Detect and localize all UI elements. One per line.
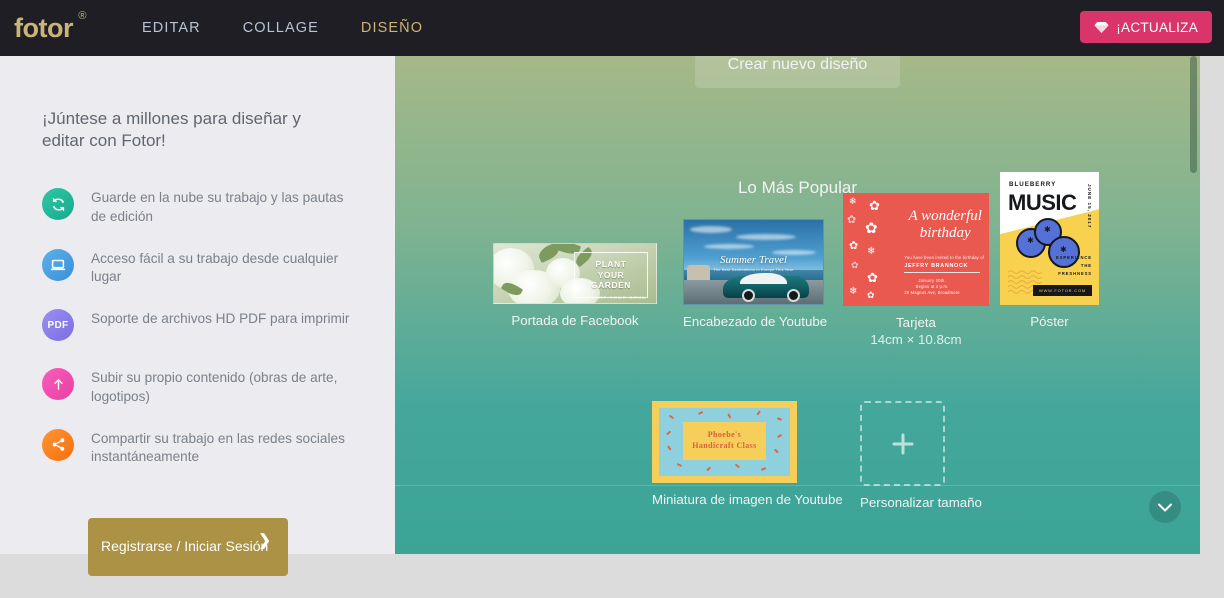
card-label-facebook-cover: Portada de Facebook bbox=[511, 313, 639, 328]
create-new-design-button[interactable]: Crear nuevo diseño bbox=[695, 56, 900, 88]
main-scrollbar-thumb[interactable] bbox=[1190, 56, 1197, 173]
card-label-custom-size: Personalizar tamaño bbox=[860, 495, 982, 510]
template-card-poster[interactable]: BLUEBERRY MUSIC JUNE 15, 2017 ✱ ✱ ✱ EXPE… bbox=[1000, 172, 1099, 330]
upgrade-label: ¡ACTUALIZA bbox=[1116, 19, 1198, 35]
poster-tag-line3: FRESHNESS bbox=[1058, 271, 1092, 277]
poster-url: WWW.FOTOR.COM bbox=[1033, 285, 1092, 296]
tarjeta-divider bbox=[904, 272, 981, 274]
fb-headline-line1: PLANT bbox=[595, 259, 627, 270]
card-label-youtube-header: Encabezado de Youtube bbox=[683, 314, 828, 329]
youtube-miniature-thumbnail: Phoebe's Handicraft Class bbox=[652, 401, 797, 483]
pdf-icon-label: PDF bbox=[47, 319, 69, 331]
tarjeta-invite-line: You have been invited to the birthday of bbox=[904, 255, 985, 261]
main-scrollbar-track[interactable] bbox=[1190, 56, 1197, 554]
card-label-poster: Póster bbox=[1030, 314, 1069, 329]
feature-item-pdf: PDF Soporte de archivos HD PDF para impr… bbox=[42, 308, 362, 346]
sidebar-headline: ¡Júntese a millones para diseñar y edita… bbox=[42, 109, 301, 151]
custom-size-placeholder[interactable] bbox=[860, 401, 945, 486]
chevron-down-icon bbox=[1158, 503, 1172, 511]
fb-headline-line3: GARDEN bbox=[591, 280, 631, 291]
logo-text: fotor bbox=[14, 12, 73, 43]
fotor-logo[interactable]: fotor ® bbox=[14, 10, 86, 43]
miniature-title-line2: Handicraft Class bbox=[692, 440, 757, 450]
feature-item-share: Compartir su trabajo en las redes social… bbox=[42, 428, 362, 468]
facebook-cover-headline-box: PLANT YOUR GARDEN bbox=[574, 252, 648, 298]
chevron-right-icon: ❯ bbox=[258, 532, 271, 549]
feature-item-cloud: Guarde en la nube su trabajo y las pauta… bbox=[42, 187, 362, 227]
left-sidebar: ¡Júntese a millones para diseñar y edita… bbox=[0, 56, 395, 576]
upload-arrow-icon bbox=[42, 368, 74, 400]
signup-login-label: Registrarse / Iniciar Sesión bbox=[101, 538, 269, 555]
fb-tagline: PLANT YOUR SOUL bbox=[587, 295, 646, 300]
tarjeta-detail-line3: 29 Magnus Ave, Broadmore bbox=[904, 290, 960, 296]
yt-header-subtitle: The Best Destinations in Europe This Yea… bbox=[713, 267, 794, 272]
feature-text-pdf: Soporte de archivos HD PDF para imprimir bbox=[91, 311, 350, 326]
upgrade-button[interactable]: ¡ACTUALIZA bbox=[1080, 11, 1212, 43]
yt-header-title: Summer Travel bbox=[720, 253, 787, 266]
tarjeta-name: JEFFRY BRANNOCK bbox=[904, 263, 969, 270]
poster-tag-line2: THE bbox=[1080, 263, 1092, 269]
poster-date: JUNE 15, 2017 bbox=[1087, 184, 1092, 229]
template-card-tarjeta[interactable]: ❄ ✿ ✿ ✿ ✿ ❄ ✿ ✿ ❄ ✿ A wonderful birthday… bbox=[843, 193, 989, 349]
template-card-youtube-thumbnail[interactable]: Phoebe's Handicraft Class Miniatura de i… bbox=[652, 401, 843, 508]
nav-item-editar[interactable]: EDITAR bbox=[121, 20, 222, 36]
card-label-tarjeta: Tarjeta bbox=[896, 315, 936, 330]
feature-text-share: Compartir su trabajo en las redes social… bbox=[91, 430, 345, 465]
section-divider bbox=[395, 485, 1200, 486]
cloud-sync-icon bbox=[42, 188, 74, 220]
feature-item-upload: Subir su propio contenido (obras de arte… bbox=[42, 367, 362, 407]
template-card-facebook-cover[interactable]: PLANT YOUR GARDEN PLANT YOUR SOUL Portad… bbox=[493, 243, 657, 329]
nav-item-collage[interactable]: COLLAGE bbox=[222, 20, 340, 36]
tarjeta-title-line2: birthday bbox=[919, 224, 971, 241]
nav-items: EDITAR COLLAGE DISEÑO bbox=[121, 20, 444, 36]
feature-text-upload: Subir su propio contenido (obras de arte… bbox=[91, 370, 338, 404]
miniature-title-line1: Phoebe's bbox=[707, 430, 742, 440]
registered-mark: ® bbox=[78, 9, 86, 22]
diamond-icon bbox=[1094, 21, 1109, 33]
card-label-youtube-thumbnail: Miniatura de imagen de Youtube bbox=[652, 492, 843, 507]
share-icon bbox=[42, 428, 74, 461]
scroll-down-button[interactable] bbox=[1149, 491, 1181, 523]
nav-item-diseno[interactable]: DISEÑO bbox=[340, 20, 444, 36]
poster-tag-line1: EXPERIENCE bbox=[1056, 255, 1092, 261]
tarjeta-thumbnail: ❄ ✿ ✿ ✿ ✿ ❄ ✿ ✿ ❄ ✿ A wonderful birthday… bbox=[843, 193, 989, 306]
facebook-cover-thumbnail: PLANT YOUR GARDEN PLANT YOUR SOUL bbox=[493, 243, 657, 304]
feature-text-cloud: Guarde en la nube su trabajo y las pauta… bbox=[91, 190, 344, 224]
youtube-header-thumbnail: Summer Travel The Best Destinations in E… bbox=[683, 219, 824, 305]
card-sub-tarjeta: 14cm × 10.8cm bbox=[870, 332, 962, 348]
feature-text-laptop: Acceso fácil a su trabajo desde cualquie… bbox=[91, 250, 339, 285]
poster-brand: BLUEBERRY bbox=[1009, 181, 1057, 188]
tarjeta-title-line1: A wonderful bbox=[908, 207, 982, 224]
pdf-icon: PDF bbox=[42, 309, 74, 341]
feature-item-laptop: Acceso fácil a su trabajo desde cualquie… bbox=[42, 248, 362, 288]
plus-icon bbox=[892, 433, 913, 454]
create-new-design-label: Crear nuevo diseño bbox=[727, 56, 868, 73]
fb-headline-line2: YOUR bbox=[597, 269, 625, 280]
poster-thumbnail: BLUEBERRY MUSIC JUNE 15, 2017 ✱ ✱ ✱ EXPE… bbox=[1000, 172, 1099, 305]
main-content-area: Crear nuevo diseño Lo Más Popular PLANT … bbox=[395, 56, 1200, 554]
signup-login-button[interactable]: Registrarse / Iniciar Sesión ❯ bbox=[88, 518, 288, 576]
feature-list: Guarde en la nube su trabajo y las pauta… bbox=[42, 187, 362, 488]
template-card-custom-size[interactable]: Personalizar tamaño bbox=[860, 401, 982, 511]
top-navigation-bar: fotor ® EDITAR COLLAGE DISEÑO ¡ACTUALIZA bbox=[0, 0, 1224, 56]
laptop-icon bbox=[42, 248, 74, 281]
tarjeta-detail-line1: January 20th. bbox=[918, 277, 946, 283]
template-card-youtube-header[interactable]: Summer Travel The Best Destinations in E… bbox=[683, 219, 827, 330]
tarjeta-detail-line2: Begins at 4 p.m. bbox=[915, 283, 949, 289]
poster-title: MUSIC bbox=[1008, 190, 1077, 215]
